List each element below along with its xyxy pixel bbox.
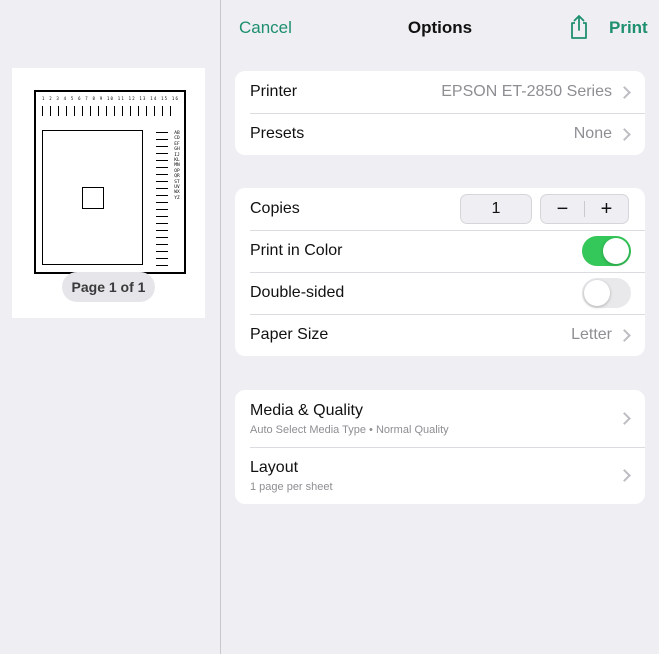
preview-pane: 1 2 3 4 5 6 7 8 9 10 11 12 13 14 15 16 1… — [0, 0, 220, 654]
toggle-knob — [584, 280, 610, 306]
toggle-knob — [603, 238, 629, 264]
presets-value: None — [573, 125, 612, 142]
ruler-ticks — [42, 106, 176, 116]
media-quality-subtitle: Auto Select Media Type • Normal Quality — [250, 423, 449, 436]
side-letters: ABCDEFGHIJKLMNOPQRSTUVWXYZ — [174, 131, 180, 201]
layout-text: Layout 1 page per sheet — [250, 459, 620, 493]
chevron-right-icon — [618, 412, 631, 425]
media-group: Media & Quality Auto Select Media Type •… — [235, 390, 645, 504]
increment-button[interactable]: + — [585, 195, 628, 223]
printer-value: EPSON ET-2850 Series — [441, 83, 612, 100]
copies-row: Copies 1 − + — [235, 188, 645, 230]
chevron-right-icon — [618, 127, 631, 141]
chevron-right-icon — [618, 328, 631, 342]
print-in-color-label: Print in Color — [250, 242, 343, 259]
presets-row[interactable]: Presets None — [235, 113, 645, 155]
settings-group: Copies 1 − + Print in Color Double-sided… — [235, 188, 645, 356]
page-preview-card[interactable]: 1 2 3 4 5 6 7 8 9 10 11 12 13 14 15 16 1… — [12, 68, 205, 318]
nav-bar: Cancel Options Print — [221, 0, 659, 56]
content-square — [82, 187, 104, 209]
printer-row[interactable]: Printer EPSON ET-2850 Series — [235, 71, 645, 113]
layout-label: Layout — [250, 458, 299, 476]
double-sided-toggle[interactable] — [582, 278, 631, 308]
print-in-color-toggle[interactable] — [582, 236, 631, 266]
copies-stepper: − + — [540, 194, 629, 224]
side-lines — [156, 132, 168, 266]
layout-row[interactable]: Layout 1 page per sheet — [235, 447, 645, 504]
ruler-numbers: 1 2 3 4 5 6 7 8 9 10 11 12 13 14 15 16 1… — [42, 96, 180, 101]
content-frame — [42, 130, 143, 265]
share-icon[interactable] — [567, 14, 591, 40]
options-pane: Cancel Options Print Printer EPSON ET-28… — [221, 0, 659, 654]
page-count-badge: Page 1 of 1 — [62, 272, 155, 302]
page-thumbnail: 1 2 3 4 5 6 7 8 9 10 11 12 13 14 15 16 1… — [34, 90, 186, 274]
double-sided-row: Double-sided — [235, 272, 645, 314]
media-quality-label: Media & Quality — [250, 401, 363, 419]
double-sided-label: Double-sided — [250, 284, 345, 301]
print-button[interactable]: Print — [609, 18, 648, 38]
media-quality-row[interactable]: Media & Quality Auto Select Media Type •… — [235, 390, 645, 447]
printer-group: Printer EPSON ET-2850 Series Presets Non… — [235, 71, 645, 155]
presets-label: Presets — [250, 125, 305, 142]
paper-size-row[interactable]: Paper Size Letter — [235, 314, 645, 356]
copies-field[interactable]: 1 — [460, 194, 532, 224]
chevron-right-icon — [618, 469, 631, 482]
paper-size-value: Letter — [571, 326, 612, 343]
printer-label: Printer — [250, 83, 298, 100]
paper-size-label: Paper Size — [250, 326, 329, 343]
page-title: Options — [407, 18, 473, 37]
decrement-button[interactable]: − — [541, 195, 584, 223]
chevron-right-icon — [618, 85, 631, 99]
layout-subtitle: 1 page per sheet — [250, 480, 333, 493]
media-quality-text: Media & Quality Auto Select Media Type •… — [250, 402, 620, 436]
print-in-color-row: Print in Color — [235, 230, 645, 272]
